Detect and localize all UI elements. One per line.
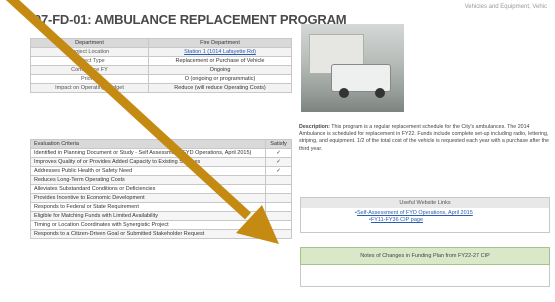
arrow-annotation [5, 0, 279, 244]
arrow-shaft [5, 0, 252, 220]
